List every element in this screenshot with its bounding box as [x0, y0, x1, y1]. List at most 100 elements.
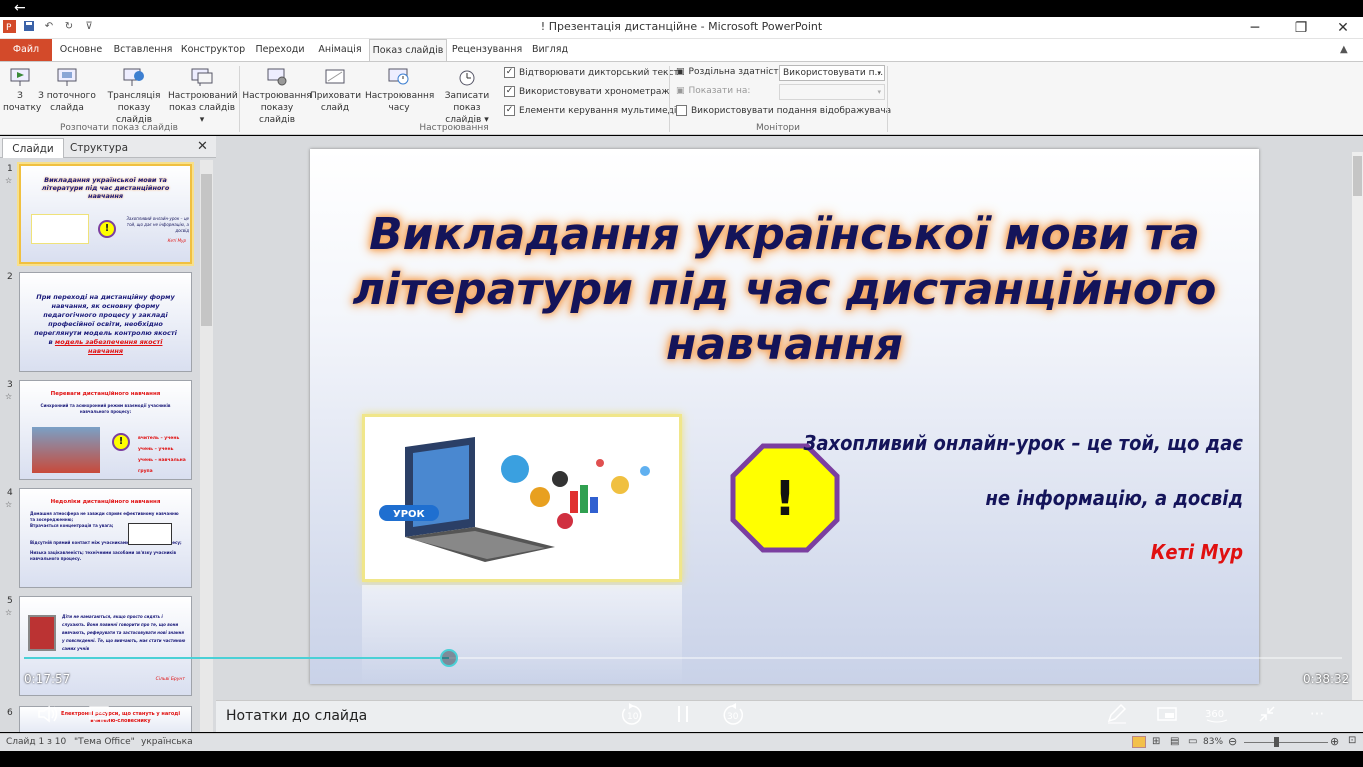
thumb-text: Синхронний та асинхронний режим взаємоді…: [40, 403, 171, 414]
thumb-text: Діти не намагаються, якщо просто сидять …: [62, 614, 186, 651]
video-progress-knob[interactable]: [440, 649, 459, 667]
scrollbar-thumb[interactable]: [1353, 156, 1362, 196]
language[interactable]: українська: [141, 737, 193, 747]
tab-home[interactable]: Основне: [55, 39, 107, 61]
skip-forward-button[interactable]: 30: [719, 702, 747, 726]
broadcast-button[interactable]: Трансляція показу слайдів: [100, 66, 168, 126]
slide-thumb-row[interactable]: 4 ☆ Недоліки дистанційного навчання Дома…: [0, 488, 200, 592]
skip-back-button[interactable]: 10: [618, 702, 646, 726]
tab-slideshow[interactable]: Показ слайдів: [369, 39, 447, 62]
editor-scrollbar[interactable]: [1352, 152, 1363, 732]
timing-icon: [386, 66, 412, 88]
slide-title[interactable]: Викладання української мови та літератур…: [350, 207, 1219, 372]
chevron-down-icon: ▾: [877, 88, 881, 96]
normal-view-icon[interactable]: [1132, 736, 1146, 748]
zoom-in-icon[interactable]: ⊕: [1330, 735, 1339, 748]
zoom-out-icon[interactable]: ⊖: [1228, 735, 1237, 748]
tab-slides[interactable]: Слайди: [2, 138, 64, 158]
zoom-level[interactable]: 83%: [1203, 737, 1223, 747]
show-on-select[interactable]: ▾: [779, 84, 885, 100]
timings-checkbox[interactable]: ✓ Використовувати хронометраж: [504, 86, 669, 97]
presenter-view-checkbox[interactable]: Використовувати подання відображувача: [676, 105, 891, 116]
notes-pane[interactable]: Нотатки до слайда: [216, 700, 1363, 732]
slide-number: 6: [7, 708, 13, 718]
video-progress-fill: [24, 657, 450, 659]
reading-view-icon[interactable]: ▤: [1170, 736, 1179, 747]
media-controls-checkbox[interactable]: ✓ Елементи керування мультимедіа: [504, 105, 682, 116]
pen-icon[interactable]: [1103, 702, 1131, 726]
from-start-button[interactable]: Зпочатку: [3, 66, 41, 114]
ribbon-tabs: Файл Основне Вставлення Конструктор Пере…: [0, 39, 1363, 62]
quote-author[interactable]: Кеті Мур: [1151, 540, 1243, 564]
close-icon[interactable]: ✕: [1323, 17, 1363, 39]
slideshow-view-icon[interactable]: ▭: [1188, 736, 1197, 747]
monitor-icon: ▣: [676, 86, 685, 96]
more-options-icon[interactable]: ···: [1303, 702, 1331, 726]
skip-back-label: 10: [627, 712, 639, 722]
slide-image[interactable]: УРОК: [362, 414, 682, 582]
animation-star-icon: ☆: [5, 500, 13, 509]
fit-to-window-icon[interactable]: ⊡: [1348, 735, 1356, 746]
volume-icon[interactable]: [34, 702, 62, 726]
slide-thumb-row[interactable]: 1 ☆ Викладання української мови та літер…: [0, 164, 200, 268]
thumb-image: [31, 214, 89, 244]
tab-design[interactable]: Конструктор: [180, 39, 246, 61]
from-current-slide-button[interactable]: З поточного слайда: [38, 66, 96, 114]
tab-review[interactable]: Рецензування: [450, 39, 524, 61]
minimize-icon[interactable]: ─: [1235, 17, 1275, 39]
rehearse-timings-button[interactable]: Настроювання часу: [365, 66, 434, 114]
video-elapsed-time: 0:17:57: [24, 672, 71, 686]
slide-thumbnail[interactable]: При переході на дистанційну форму навчан…: [19, 272, 192, 372]
slide-thumbnail[interactable]: Недоліки дистанційного навчання Домашня …: [19, 488, 192, 588]
tab-view[interactable]: Вигляд: [527, 39, 573, 61]
slide-number: 4: [7, 488, 13, 498]
notes-placeholder[interactable]: Нотатки до слайда: [226, 708, 367, 724]
tab-animation[interactable]: Анімація: [313, 39, 367, 61]
expand-ribbon-icon[interactable]: ▲: [1340, 44, 1348, 55]
scrollbar-thumb[interactable]: [201, 174, 212, 326]
video-bottom-bar: [0, 751, 1363, 767]
slide-thumb-row[interactable]: 3 ☆ Переваги дистанційного навчання Синх…: [0, 380, 200, 484]
quote-line-2[interactable]: не інформацію, а досвід: [985, 486, 1243, 510]
checkbox-checked-icon: ✓: [504, 105, 515, 116]
tab-insert[interactable]: Вставлення: [110, 39, 176, 61]
zoom-slider-thumb[interactable]: [1274, 737, 1279, 747]
back-arrow-icon[interactable]: ←: [14, 1, 26, 15]
hide-slide-button[interactable]: Приховати слайд: [310, 66, 361, 114]
setup-show-button[interactable]: Настроювання показу слайдів: [242, 66, 312, 126]
projector-icon: [54, 66, 80, 88]
hide-slide-icon: [322, 66, 348, 88]
narration-checkbox[interactable]: ✓ Відтворювати дикторський текст: [504, 67, 679, 78]
pause-button[interactable]: [669, 702, 697, 726]
zoom-slider[interactable]: [1244, 742, 1328, 743]
quote-line-1[interactable]: Захопливий онлайн-урок – це той, що дає: [804, 431, 1243, 455]
360-view-icon[interactable]: 360: [1203, 702, 1231, 726]
slide-canvas[interactable]: Викладання української мови та літератур…: [310, 149, 1259, 685]
slide-thumb-row[interactable]: 2 При переході на дистанційну форму навч…: [0, 272, 200, 376]
group-separator: [887, 66, 888, 132]
show-on-label: ▣ Показати на:: [676, 86, 751, 96]
image-reflection: [362, 585, 682, 685]
theme-name[interactable]: "Тема Office": [74, 737, 135, 747]
close-panel-icon[interactable]: ✕: [197, 139, 208, 154]
slide-thumbnail[interactable]: Викладання української мови та літератур…: [19, 164, 192, 264]
panel-scrollbar[interactable]: [200, 160, 213, 732]
tab-transitions[interactable]: Переходи: [250, 39, 310, 61]
slide-sorter-icon[interactable]: ⊞: [1152, 736, 1160, 747]
animation-star-icon: ☆: [5, 176, 13, 185]
tab-outline[interactable]: Структура: [66, 138, 132, 158]
title-bar: P ↶ ↻ ⊽ ! Презентація дистанційне - Micr…: [0, 17, 1363, 39]
resolution-select[interactable]: Використовувати п... ▾: [779, 65, 885, 81]
restore-icon[interactable]: ❐: [1281, 17, 1321, 39]
tab-file[interactable]: Файл: [0, 39, 52, 61]
custom-show-button[interactable]: Настроюваний показ слайдів ▾: [168, 66, 238, 126]
exit-fullscreen-icon[interactable]: [1253, 702, 1281, 726]
record-show-button[interactable]: Записати показ слайдів ▾: [432, 66, 502, 126]
thumb-line: вчитель – учень: [138, 436, 180, 441]
slide-editor: Викладання української мови та літератур…: [216, 136, 1363, 732]
mini-view-icon[interactable]: [1153, 702, 1181, 726]
slide-thumbnail[interactable]: Переваги дистанційного навчання Синхронн…: [19, 380, 192, 480]
thumb-line: учень – учень: [138, 447, 174, 452]
captions-icon[interactable]: [85, 702, 113, 726]
video-progress-bar[interactable]: [24, 649, 1342, 667]
